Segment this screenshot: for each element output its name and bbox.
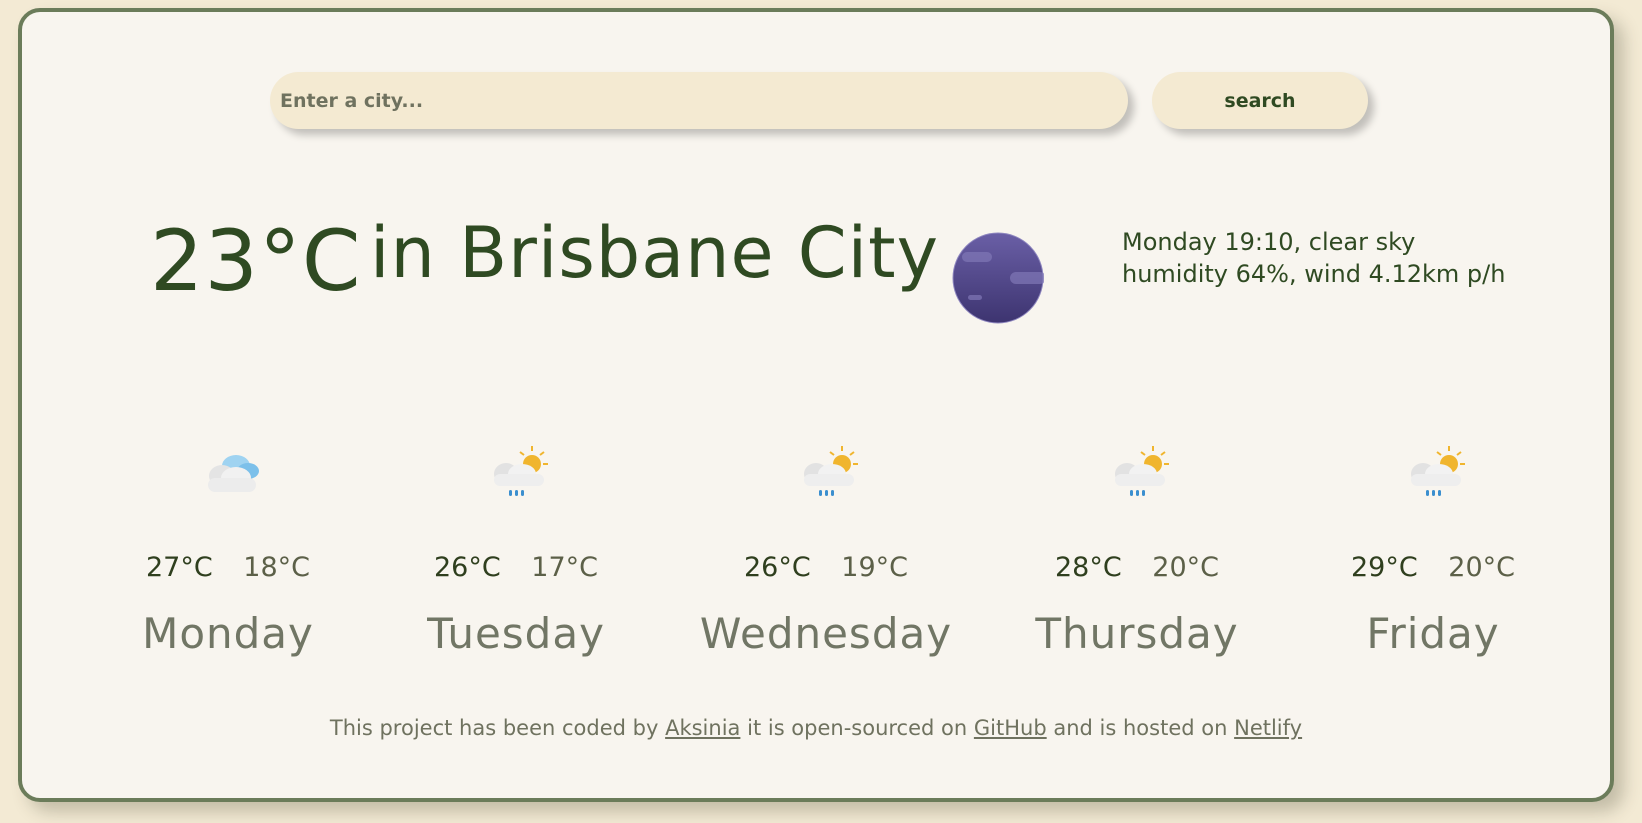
current-temperature: 23°C — [150, 212, 362, 310]
forecast-day: 26°C 19°C Wednesday — [696, 442, 956, 658]
sun-cloud-rain-icon — [804, 446, 858, 496]
day-name: Thursday — [1035, 609, 1239, 658]
humidity-wind: humidity 64%, wind 4.12km p/h — [1122, 260, 1506, 288]
max-temperature: 29°C — [1350, 552, 1418, 583]
date-description: Monday 19:10, clear sky — [1122, 228, 1416, 256]
min-temperature: 18°C — [243, 552, 311, 583]
footer-text: it is open-sourced on — [747, 716, 968, 740]
day-name: Friday — [1366, 609, 1500, 658]
footer-text: This project has been coded by — [329, 716, 659, 740]
author-link[interactable]: Aksinia — [665, 716, 740, 740]
forecast-day: 26°C 17°C Tuesday — [386, 442, 646, 658]
forecast-day: 29°C 20°C Friday — [1303, 442, 1563, 658]
min-temperature: 20°C — [1152, 552, 1220, 583]
city-search-input[interactable] — [270, 72, 1128, 129]
city-name: in Brisbane City — [370, 212, 939, 294]
day-name: Wednesday — [699, 609, 953, 658]
max-temperature: 28°C — [1054, 552, 1122, 583]
min-temperature: 19°C — [841, 552, 909, 583]
clear-night-moon-icon — [952, 232, 1044, 324]
forecast-day: 28°C 20°C Thursday — [1007, 442, 1267, 658]
footer-text: and is hosted on — [1053, 716, 1228, 740]
weather-app-card: search 23°C in Brisbane City Monday 19:1… — [18, 8, 1614, 802]
cloudy-icon — [208, 455, 259, 492]
github-link[interactable]: GitHub — [974, 716, 1047, 740]
max-temperature: 26°C — [743, 552, 811, 583]
forecast-day: 27°C 18°C Monday — [98, 442, 358, 658]
footer: This project has been coded by Aksinia i… — [22, 716, 1610, 740]
day-name: Tuesday — [427, 609, 605, 658]
day-name: Monday — [142, 609, 314, 658]
min-temperature: 17°C — [531, 552, 599, 583]
min-temperature: 20°C — [1448, 552, 1516, 583]
search-button[interactable]: search — [1152, 72, 1368, 129]
sun-cloud-rain-icon — [494, 446, 548, 496]
sun-cloud-rain-icon — [1115, 446, 1169, 496]
weather-details: Monday 19:10, clear sky humidity 64%, wi… — [1122, 226, 1505, 290]
sun-cloud-rain-icon — [1411, 446, 1465, 496]
max-temperature: 27°C — [145, 552, 213, 583]
netlify-link[interactable]: Netlify — [1234, 716, 1302, 740]
max-temperature: 26°C — [433, 552, 501, 583]
